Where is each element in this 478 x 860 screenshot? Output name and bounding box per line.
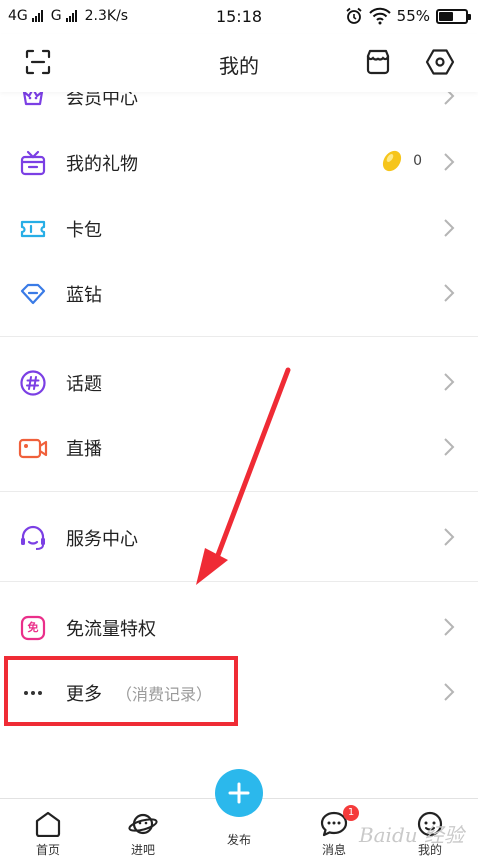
topics-label: 话题: [66, 374, 102, 395]
status-bar: 4G G 2.3K/s 15:18 55%: [0, 0, 478, 34]
chevron-right-icon: [444, 153, 455, 171]
home-icon: [35, 811, 61, 837]
bean-coin-icon: [382, 150, 402, 172]
section-divider: [0, 336, 478, 337]
blue-diamond-label: 蓝钻: [66, 285, 102, 306]
messages-badge: 1: [343, 805, 359, 821]
menu-item-free-traffic[interactable]: 免 免流量特权: [0, 595, 478, 659]
nav-bars-label: 进吧: [130, 843, 155, 857]
chevron-right-icon: [444, 528, 455, 546]
nav-publish-label: 发布: [226, 833, 251, 847]
settings-button[interactable]: [424, 46, 456, 78]
gift-icon: [18, 148, 48, 178]
section-divider: [0, 581, 478, 582]
battery-percent: 55%: [396, 7, 430, 25]
hashtag-icon: [18, 368, 48, 398]
live-label: 直播: [66, 439, 102, 460]
menu-item-gifts[interactable]: 我的礼物 0: [0, 130, 478, 194]
gifts-label: 我的礼物: [66, 154, 138, 175]
ticket-icon: [18, 214, 48, 244]
baidu-watermark: Baidu 经验: [358, 823, 464, 847]
video-camera-icon: [18, 433, 48, 463]
nav-publish[interactable]: 发布: [214, 769, 264, 848]
chevron-right-icon: [444, 219, 455, 237]
nav-home-label: 首页: [35, 843, 60, 857]
section-divider: [0, 491, 478, 492]
chevron-right-icon: [444, 683, 455, 701]
menu-item-card-pack[interactable]: 卡包: [0, 196, 478, 260]
menu-item-service-center[interactable]: 服务中心: [0, 505, 478, 569]
alarm-icon: [346, 7, 362, 24]
menu-item-blue-diamond[interactable]: 蓝钻: [0, 261, 478, 325]
chevron-right-icon: [444, 618, 455, 636]
plus-icon: [228, 782, 250, 804]
store-icon: [366, 49, 390, 75]
wifi-icon: [368, 7, 391, 25]
chevron-right-icon: [444, 284, 455, 302]
chevron-right-icon: [444, 373, 455, 391]
service-center-label: 服务中心: [66, 529, 138, 550]
battery-icon: [436, 8, 471, 24]
free-badge-text: 免: [27, 621, 39, 634]
chevron-right-icon: [444, 438, 455, 456]
diamond-icon: [18, 279, 48, 309]
publish-button[interactable]: [215, 769, 263, 817]
page-header: 我的: [0, 34, 478, 92]
free-badge-icon: 免: [18, 613, 48, 643]
page-title: 我的: [219, 54, 259, 78]
battery-fill: [439, 11, 453, 21]
headset-icon: [18, 523, 48, 553]
menu-item-topics[interactable]: 话题: [0, 350, 478, 414]
settings-hexagon-icon: [425, 49, 455, 75]
bottom-nav: 首页 进吧 发布 1 消息 我的 Baidu 经验: [0, 769, 478, 860]
status-right: 55%: [345, 7, 471, 25]
planet-icon: [128, 813, 158, 835]
nav-bars[interactable]: 进吧: [108, 811, 178, 858]
free-traffic-label: 免流量特权: [66, 619, 156, 640]
gifts-count: 0: [413, 153, 422, 169]
gift-balance: 0: [379, 148, 422, 174]
store-button[interactable]: [362, 46, 394, 78]
nav-home[interactable]: 首页: [13, 811, 83, 858]
card-pack-label: 卡包: [66, 220, 102, 241]
annotation-highlight-box: [4, 656, 238, 726]
menu-item-live[interactable]: 直播: [0, 415, 478, 479]
